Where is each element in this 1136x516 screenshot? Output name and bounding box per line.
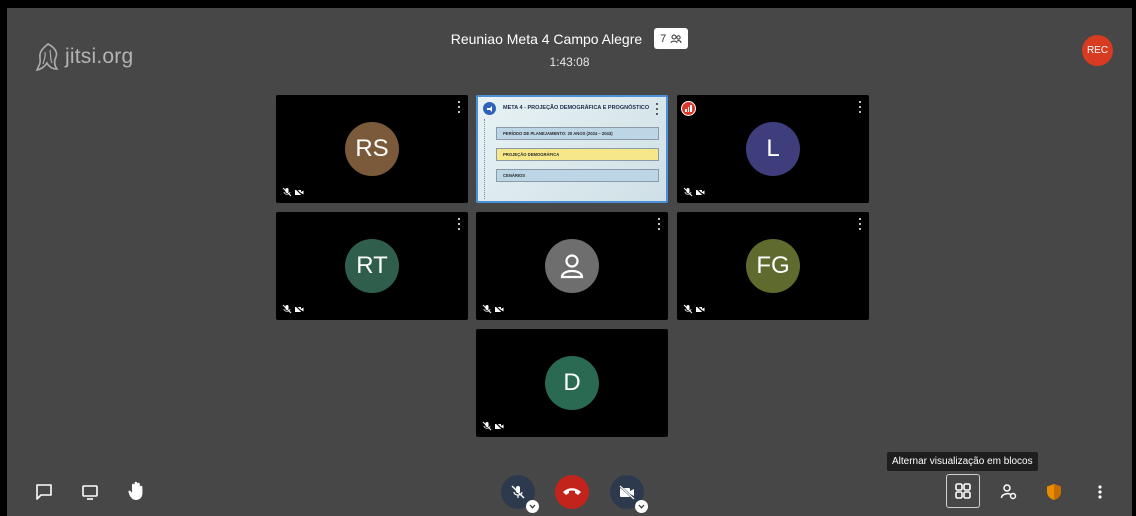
recording-badge: REC [1082, 35, 1113, 66]
avatar: RT [345, 239, 399, 293]
mic-muted-icon [282, 187, 292, 197]
tile-view-tooltip: Alternar visualização em blocos [887, 452, 1038, 471]
tile-status [282, 187, 304, 197]
meeting-title: Reuniao Meta 4 Campo Alegre [450, 30, 643, 47]
participant-tile[interactable] [476, 212, 668, 320]
more-vertical-icon [1098, 485, 1102, 499]
screen-share-icon [82, 485, 98, 500]
avatar: FG [746, 239, 800, 293]
mic-muted-icon [511, 485, 525, 499]
screen-share-tile[interactable]: META 4 - PROJEÇÃO DEMOGRÁFICA E PROGNÓST… [476, 95, 668, 203]
camera-off-icon [294, 187, 304, 197]
user-icon [560, 254, 584, 279]
microphone-button[interactable] [501, 475, 539, 513]
participants-settings-icon [1000, 484, 1017, 500]
camera-off-icon [695, 187, 705, 197]
slide-item: PROJEÇÃO DEMOGRÁFICA [496, 148, 659, 161]
tile-status [683, 304, 705, 314]
mic-options-chevron-icon[interactable] [526, 500, 539, 513]
camera-off-icon [494, 421, 504, 431]
more-actions-button[interactable] [1090, 480, 1110, 504]
tile-status [282, 304, 304, 314]
default-avatar [545, 239, 599, 293]
shield-icon [1047, 484, 1061, 500]
slide-item: CENÁRIOS [496, 169, 659, 182]
hangup-button[interactable] [555, 475, 589, 509]
participant-count-value: 7 [660, 32, 667, 45]
participant-tile[interactable]: L [677, 95, 869, 203]
mic-muted-icon [683, 187, 693, 197]
camera-options-chevron-icon[interactable] [635, 500, 648, 513]
mic-muted-icon [482, 304, 492, 314]
raise-hand-icon [128, 481, 143, 500]
more-options-icon[interactable] [656, 218, 662, 230]
more-options-icon[interactable] [456, 101, 462, 113]
camera-off-icon [619, 485, 635, 500]
camera-off-icon [494, 304, 504, 314]
meeting-timer: 1:43:08 [549, 55, 590, 69]
mic-muted-icon [282, 304, 292, 314]
raise-hand-button[interactable] [125, 478, 149, 504]
avatar: D [545, 356, 599, 410]
mic-muted-icon [683, 304, 693, 314]
tile-status [482, 304, 504, 314]
camera-off-icon [695, 304, 705, 314]
participants-icon [670, 34, 682, 43]
avatar: RS [345, 122, 399, 176]
participant-tile[interactable]: D [476, 329, 668, 437]
presenter-badge-icon [483, 102, 496, 115]
participant-tile[interactable]: RS [276, 95, 468, 203]
mic-muted-icon [482, 421, 492, 431]
participant-tile[interactable]: RT [276, 212, 468, 320]
meeting-stage: jitsi.org Reuniao Meta 4 Campo Alegre 7 … [7, 8, 1132, 516]
slide-decoration [484, 119, 492, 199]
chat-button[interactable] [33, 481, 55, 503]
participant-tile[interactable]: FG [677, 212, 869, 320]
security-options-button[interactable] [1043, 480, 1065, 504]
chat-icon [36, 484, 52, 500]
slide-item: PERÍODO DE PLANEJAMENTO: 20 ANOS (2024 –… [496, 127, 659, 140]
invite-participants-button[interactable] [997, 480, 1021, 504]
tile-status [683, 187, 705, 197]
shared-slide: META 4 - PROJEÇÃO DEMOGRÁFICA E PROGNÓST… [478, 97, 666, 201]
hangup-icon [563, 488, 581, 495]
tile-view-button[interactable] [946, 474, 980, 508]
tile-status [482, 421, 504, 431]
more-options-icon[interactable] [654, 103, 660, 115]
camera-button[interactable] [610, 475, 648, 513]
participant-count-button[interactable]: 7 [654, 28, 689, 49]
more-options-icon[interactable] [857, 218, 863, 230]
screen-share-button[interactable] [79, 481, 101, 503]
slide-title: META 4 - PROJEÇÃO DEMOGRÁFICA E PROGNÓST… [503, 105, 650, 111]
avatar: L [746, 122, 800, 176]
more-options-icon[interactable] [456, 218, 462, 230]
more-options-icon[interactable] [857, 101, 863, 113]
meeting-header: Reuniao Meta 4 Campo Alegre 7 1:43:08 [7, 28, 1132, 69]
camera-off-icon [294, 304, 304, 314]
tile-view-icon [955, 483, 971, 499]
connection-status-icon[interactable] [681, 101, 696, 116]
